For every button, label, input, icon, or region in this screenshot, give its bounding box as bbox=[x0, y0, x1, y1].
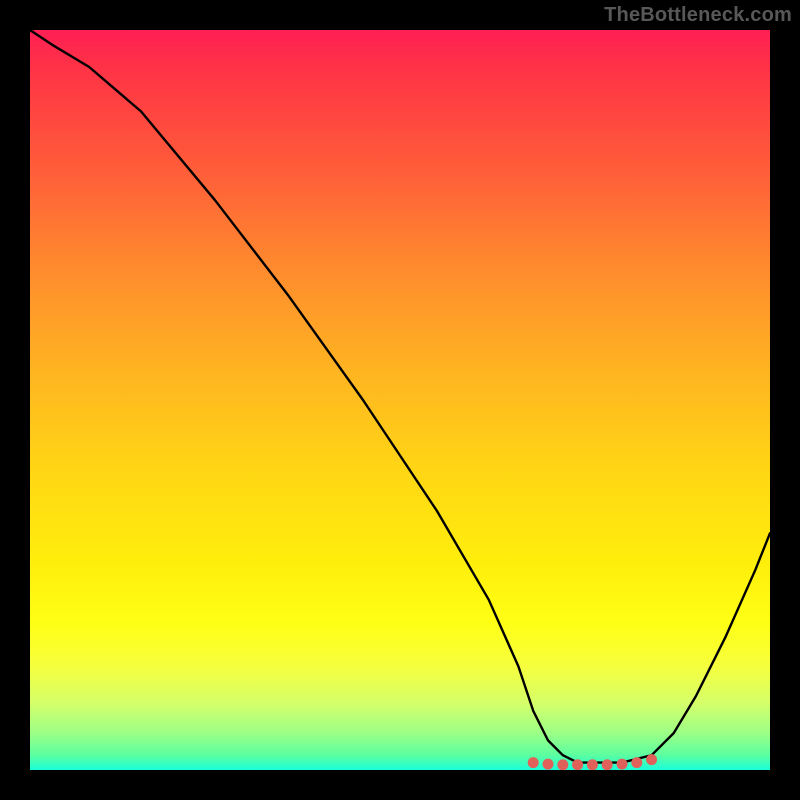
optimal-range-marker-icon bbox=[528, 757, 539, 768]
optimal-range-marker-icon bbox=[631, 757, 642, 768]
optimal-range-marker-icon bbox=[572, 759, 583, 770]
bottleneck-curve-line bbox=[30, 30, 770, 763]
watermark-text: TheBottleneck.com bbox=[604, 4, 792, 27]
plot-overlay-svg bbox=[30, 30, 770, 770]
optimal-range-marker-icon bbox=[587, 759, 598, 770]
optimal-range-marker-icon bbox=[557, 759, 568, 770]
figure-root: TheBottleneck.com bbox=[0, 0, 800, 800]
optimal-range-marker-icon bbox=[602, 759, 613, 770]
optimal-range-marker-icon bbox=[543, 759, 554, 770]
optimal-range-marker-icon bbox=[646, 754, 657, 765]
optimal-range-marker-group bbox=[528, 754, 657, 770]
optimal-range-marker-icon bbox=[617, 759, 628, 770]
